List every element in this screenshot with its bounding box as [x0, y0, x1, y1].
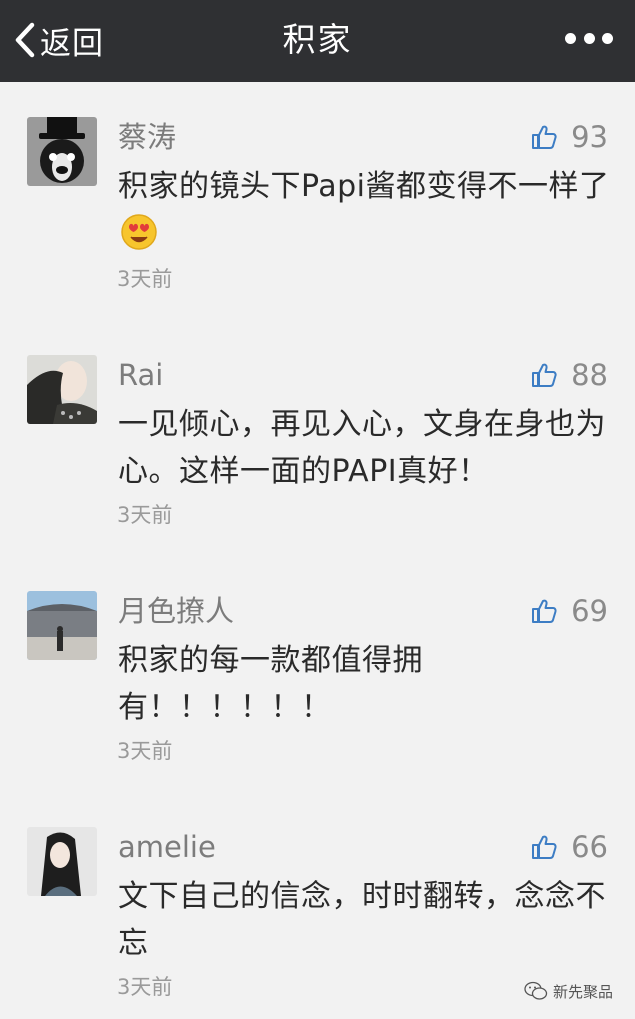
- more-dot: [602, 32, 613, 44]
- like-button[interactable]: 93: [531, 117, 608, 157]
- like-count: 88: [571, 358, 608, 392]
- thumbs-up-icon: [532, 835, 557, 859]
- watermark: 新先聚品: [524, 979, 613, 1003]
- comment-time: 3天前: [117, 975, 173, 999]
- watermark-label: 新先聚品: [552, 982, 613, 1001]
- comment-time: 3天前: [117, 267, 173, 291]
- like-count: 69: [571, 594, 608, 628]
- avatar[interactable]: [27, 827, 97, 896]
- avatar[interactable]: [27, 355, 97, 424]
- comment-time: 3天前: [117, 739, 173, 763]
- comment-text: 文下自己的信念，时时翻转，念念不忘: [118, 879, 606, 961]
- more-dot: [565, 32, 576, 44]
- like-button[interactable]: 88: [531, 355, 608, 395]
- like-count: 66: [571, 830, 608, 864]
- comment-text-body: 积家的镜头下Papi酱都变得不一样了: [118, 169, 610, 204]
- comment-text: 积家的镜头下Papi酱都变得不一样了: [118, 163, 613, 265]
- comment-time: 3天前: [117, 503, 173, 527]
- thumbs-up-icon: [532, 363, 557, 387]
- more-button[interactable]: [565, 28, 613, 48]
- thumbs-up-icon: [532, 125, 557, 149]
- like-count: 93: [571, 120, 608, 154]
- comment-author[interactable]: amelie: [118, 827, 216, 867]
- chevron-left-icon: [15, 22, 35, 58]
- comment-author[interactable]: 月色撩人: [118, 591, 234, 631]
- back-label: 返回: [40, 25, 104, 62]
- comment-author[interactable]: Rai: [118, 355, 163, 395]
- like-button[interactable]: 66: [531, 827, 608, 867]
- thumbs-up-icon: [532, 599, 557, 623]
- heart-eyes-emoji-icon: [120, 213, 158, 265]
- comment-text: 一见倾心，再见入心，文身在身也为心。这样一面的PAPI真好！: [118, 407, 606, 489]
- comment-text: 积家的每一款都值得拥有！！！！！！: [118, 643, 423, 725]
- more-dot: [583, 32, 595, 44]
- avatar[interactable]: [27, 117, 97, 186]
- like-button[interactable]: 69: [531, 591, 608, 631]
- wechat-icon: [524, 981, 548, 1000]
- navbar: 返回 积家: [0, 0, 635, 82]
- avatar[interactable]: [27, 591, 97, 660]
- back-button[interactable]: 返回: [14, 18, 104, 62]
- comment-author[interactable]: 蔡涛: [118, 117, 176, 157]
